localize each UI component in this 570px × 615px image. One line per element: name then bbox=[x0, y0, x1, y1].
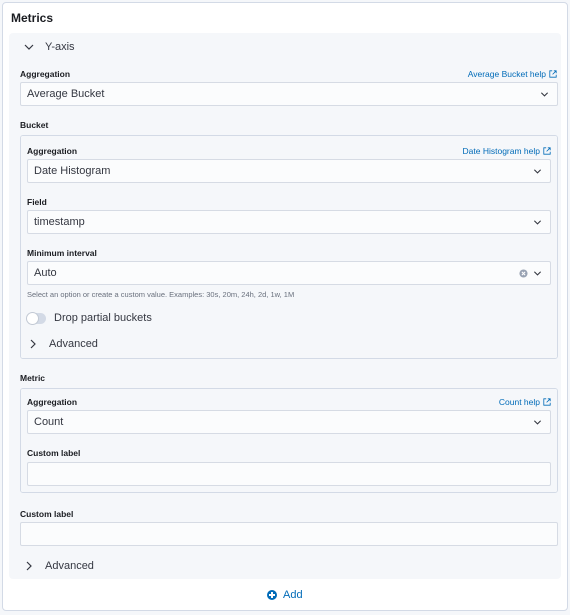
chevron-right-icon bbox=[30, 339, 36, 349]
add-button-label: Add bbox=[283, 589, 303, 601]
field-select[interactable]: timestamp bbox=[27, 210, 551, 234]
average-bucket-help-text: Average Bucket help bbox=[467, 69, 546, 79]
minimum-interval-label: Minimum interval bbox=[27, 248, 97, 258]
chevron-down-icon bbox=[533, 420, 542, 425]
chevron-down-icon bbox=[540, 92, 549, 97]
chevron-down-icon bbox=[533, 169, 542, 174]
minimum-interval-value: Auto bbox=[34, 267, 57, 279]
y-axis-section: Y-axis Aggregation Average Bucket help A… bbox=[9, 33, 561, 579]
chevron-down-icon bbox=[533, 220, 542, 225]
bucket-aggregation-select[interactable]: Date Histogram bbox=[27, 159, 551, 183]
drop-partial-buckets-switch[interactable]: Drop partial buckets bbox=[27, 312, 152, 324]
y-axis-label: Y-axis bbox=[45, 41, 75, 53]
minimum-interval-hint: Select an option or create a custom valu… bbox=[27, 290, 295, 299]
panel-title: Metrics bbox=[11, 11, 54, 25]
bucket-card: Aggregation Date Histogram help Date His… bbox=[20, 135, 558, 359]
minimum-interval-combobox[interactable]: Auto bbox=[27, 261, 551, 285]
metric-custom-label-input[interactable] bbox=[27, 462, 551, 486]
advanced-label: Advanced bbox=[45, 560, 94, 572]
chevron-right-icon bbox=[26, 561, 32, 571]
bucket-label: Bucket bbox=[20, 120, 49, 130]
metrics-panel: Metrics Y-axis Aggregation Average Bucke… bbox=[2, 2, 568, 611]
date-histogram-help-text: Date Histogram help bbox=[462, 146, 540, 156]
date-histogram-help-link[interactable]: Date Histogram help bbox=[463, 146, 551, 156]
bucket-advanced-label: Advanced bbox=[49, 338, 98, 350]
aggregation-label: Aggregation bbox=[20, 69, 71, 79]
external-link-icon bbox=[549, 70, 557, 78]
field-label: Field bbox=[27, 197, 47, 207]
chevron-down-icon bbox=[24, 44, 34, 50]
plus-circle-icon bbox=[267, 590, 277, 600]
aggregation-select-value: Average Bucket bbox=[27, 88, 105, 100]
advanced-toggle[interactable]: Advanced bbox=[23, 560, 94, 572]
chevron-down-icon bbox=[533, 271, 542, 276]
bucket-advanced-toggle[interactable]: Advanced bbox=[27, 338, 98, 350]
metric-aggregation-value: Count bbox=[34, 416, 64, 428]
metric-aggregation-select[interactable]: Count bbox=[27, 410, 551, 434]
average-bucket-help-link[interactable]: Average Bucket help bbox=[468, 69, 557, 79]
count-help-link[interactable]: Count help bbox=[499, 397, 551, 407]
add-button[interactable]: Add bbox=[267, 589, 303, 601]
bucket-aggregation-label: Aggregation bbox=[27, 146, 78, 156]
custom-label-input[interactable] bbox=[20, 522, 558, 546]
metric-label: Metric bbox=[20, 373, 46, 383]
aggregation-select[interactable]: Average Bucket bbox=[20, 82, 558, 106]
y-axis-toggle[interactable]: Y-axis bbox=[23, 41, 75, 53]
metric-custom-label-label: Custom label bbox=[27, 448, 81, 458]
bucket-aggregation-value: Date Histogram bbox=[34, 165, 111, 177]
count-help-text: Count help bbox=[498, 397, 540, 407]
custom-label-label: Custom label bbox=[20, 509, 74, 519]
toggle-switch[interactable] bbox=[27, 312, 46, 324]
external-link-icon bbox=[543, 147, 551, 155]
field-select-value: timestamp bbox=[34, 216, 85, 228]
metric-card: Aggregation Count help Count Custom labe… bbox=[20, 388, 558, 493]
clear-icon[interactable] bbox=[519, 269, 528, 278]
metric-aggregation-label: Aggregation bbox=[27, 397, 78, 407]
external-link-icon bbox=[543, 398, 551, 406]
drop-partial-buckets-label: Drop partial buckets bbox=[54, 312, 152, 324]
